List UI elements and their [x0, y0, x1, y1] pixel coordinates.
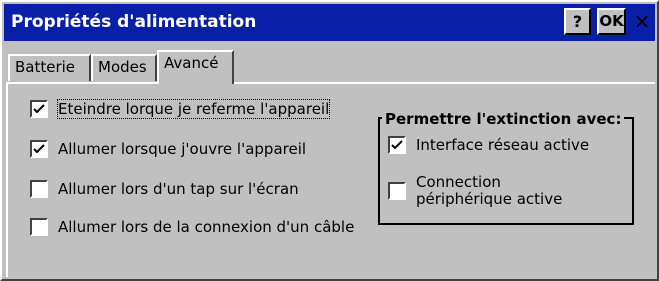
power-properties-window: Propriétés d'alimentation ? OK × Batteri…: [0, 0, 659, 281]
option-interface-reseau[interactable]: Interface réseau active: [388, 136, 589, 154]
option-connection-peripherique[interactable]: Connection périphérique active: [388, 174, 566, 208]
title-bar: Propriétés d'alimentation ? OK ×: [4, 4, 655, 41]
option-allumer-cable[interactable]: Allumer lors de la connexion d'un câble: [30, 218, 354, 236]
close-button[interactable]: ×: [630, 8, 654, 35]
tab-modes[interactable]: Modes: [91, 54, 157, 81]
ok-button[interactable]: OK: [597, 8, 626, 35]
checkbox[interactable]: [30, 100, 48, 118]
option-allumer-ouvre[interactable]: Allumer lorsque j'ouvre l'appareil: [30, 140, 306, 158]
checkbox[interactable]: [30, 218, 48, 236]
tab-batterie[interactable]: Batterie: [8, 54, 91, 81]
option-label: Allumer lors d'un tap sur l'écran: [58, 180, 299, 198]
help-button[interactable]: ?: [564, 8, 591, 35]
option-label: Allumer lors de la connexion d'un câble: [58, 218, 355, 236]
option-allumer-tap[interactable]: Allumer lors d'un tap sur l'écran: [30, 180, 299, 198]
window-title: Propriétés d'alimentation: [11, 12, 257, 32]
option-eteindre-referme[interactable]: Eteindre lorque je referme l'appareil: [30, 99, 331, 119]
tab-panel-avance: Eteindre lorque je referme l'appareil Al…: [6, 82, 655, 277]
checkbox[interactable]: [30, 180, 48, 198]
group-title: Permettre l'extinction avec:: [382, 110, 625, 128]
option-label: Eteindre lorque je referme l'appareil: [56, 99, 331, 119]
option-label: Allumer lorsque j'ouvre l'appareil: [58, 140, 307, 158]
option-label: Connection périphérique active: [416, 173, 563, 208]
checkbox[interactable]: [30, 140, 48, 158]
shutdown-group-box: [378, 117, 634, 225]
tab-avance[interactable]: Avancé: [157, 50, 234, 84]
checkbox[interactable]: [388, 136, 406, 154]
option-label: Interface réseau active: [416, 136, 590, 154]
checkbox[interactable]: [388, 182, 406, 200]
